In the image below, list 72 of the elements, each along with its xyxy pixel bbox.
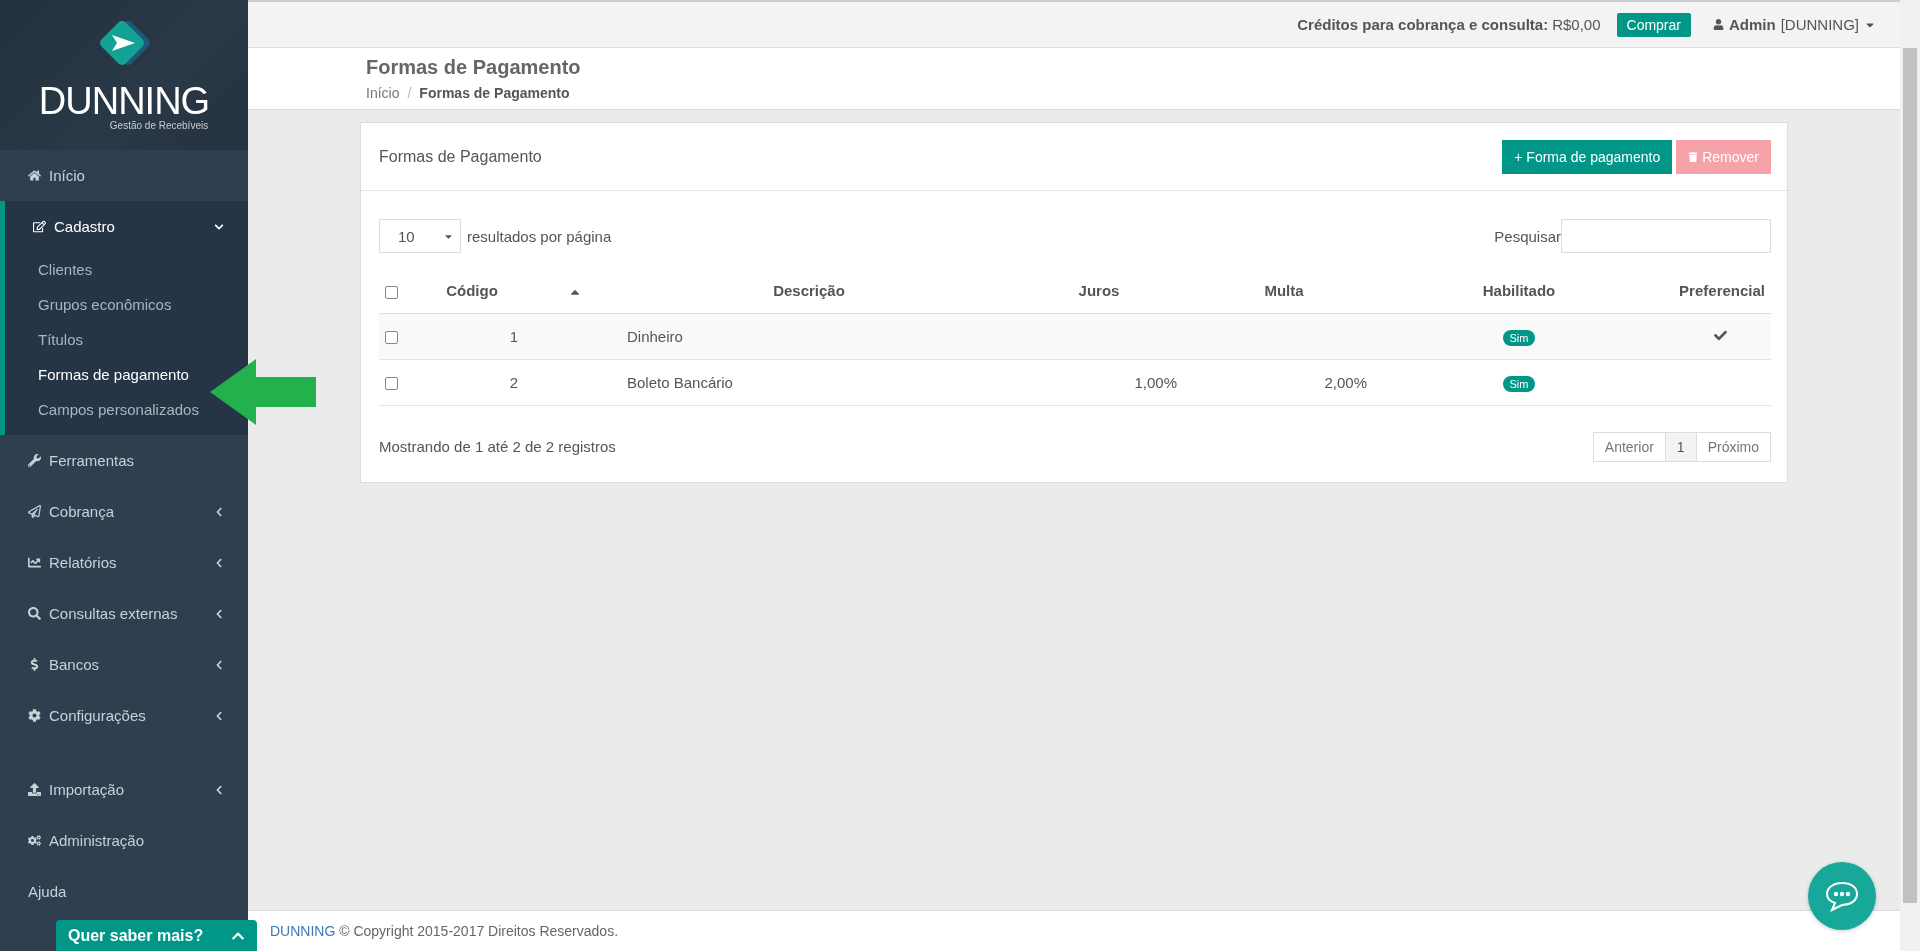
menu-item[interactable]: Ajuda: [0, 866, 248, 917]
menu-item[interactable]: Configurações: [0, 690, 248, 741]
upload-icon: [28, 783, 41, 796]
status-badge: Sim: [1502, 329, 1536, 346]
gears-icon: [28, 834, 41, 847]
submenu-item[interactable]: Grupos econômicos: [38, 287, 172, 322]
menu-item[interactable]: Importação: [0, 764, 248, 815]
menu-item[interactable]: Administração: [0, 815, 248, 866]
add-button[interactable]: + Forma de pagamento: [1502, 139, 1673, 174]
menu-item[interactable]: Início: [0, 150, 248, 201]
checkbox[interactable]: [385, 331, 398, 345]
menu-item[interactable]: Cobrança: [0, 486, 248, 537]
breadcrumb-item: Formas de Pagamento: [419, 85, 570, 101]
speech-bubble-icon: [1824, 880, 1860, 912]
menu-item[interactable]: Bancos: [0, 639, 248, 690]
line-chart-icon: [28, 556, 41, 569]
logo-tagline: Gestão de Recebíveis: [109, 119, 209, 131]
breadcrumb-item[interactable]: Início: [366, 85, 400, 101]
submenu-item[interactable]: Campos personalizados: [38, 392, 199, 427]
column-header[interactable]: Código: [446, 282, 498, 300]
user-icon: [1713, 19, 1724, 30]
table-cell: 1,00%: [1134, 373, 1177, 391]
column-header[interactable]: Multa: [1264, 282, 1304, 300]
search-label: Pesquisar: [1494, 227, 1561, 245]
submenu-item[interactable]: Formas de pagamento: [38, 357, 189, 392]
wrench-icon: [28, 454, 41, 467]
page-number[interactable]: 1: [1664, 431, 1697, 462]
menu-item[interactable]: Relatórios: [0, 537, 248, 588]
home-icon: [28, 169, 41, 182]
menu-item[interactable]: Cadastro: [5, 201, 248, 252]
pagination-button[interactable]: Anterior: [1592, 431, 1666, 462]
page-size-label: resultados por página: [467, 227, 612, 245]
status-badge: Sim: [1502, 375, 1536, 392]
breadcrumb-separator: /: [407, 85, 412, 101]
search-icon: [28, 607, 41, 620]
footer-link[interactable]: DUNNING: [270, 923, 336, 939]
trash-icon: [1688, 151, 1699, 162]
dollar-icon: [28, 658, 41, 671]
column-header[interactable]: Habilitado: [1482, 282, 1556, 300]
scrollbar[interactable]: [1900, 0, 1920, 951]
user-menu[interactable]: Admin [DUNNING]: [1713, 16, 1876, 33]
edit-icon: [33, 220, 46, 233]
buy-button[interactable]: Comprar: [1616, 12, 1691, 37]
arrow-icon: [210, 359, 316, 425]
menu-item[interactable]: Consultas externas: [0, 588, 248, 639]
credits-value: R$0,00: [1552, 16, 1601, 33]
table-cell: 2: [509, 373, 519, 391]
chat-widget-tab[interactable]: Quer saber mais?: [56, 920, 257, 951]
table-cell: 2,00%: [1324, 373, 1367, 391]
pagination-button[interactable]: Próximo: [1695, 431, 1771, 462]
table-info: Mostrando de 1 até 2 de 2 registros: [379, 438, 616, 455]
copyright-text: DUNNING © Copyright 2015-2017 Direitos Reservados.: [270, 923, 619, 939]
table-cell: Dinheiro: [627, 327, 683, 345]
panel-title: Formas de Pagamento: [379, 147, 543, 166]
chat-button[interactable]: [1808, 862, 1876, 930]
table-cell: 1: [509, 327, 519, 345]
submenu-item[interactable]: Títulos: [38, 322, 83, 357]
credits-label: Créditos para cobrança e consulta:: [1297, 16, 1549, 33]
menu-item[interactable]: Ferramentas: [0, 435, 248, 486]
table-cell: Boleto Bancário: [627, 373, 733, 391]
paper-plane-icon: [28, 505, 41, 518]
page-size-select[interactable]: 10: [379, 219, 461, 253]
logo-text: DUNNING: [38, 81, 210, 120]
column-header[interactable]: Preferencial: [1679, 282, 1765, 300]
checkbox[interactable]: [385, 377, 398, 391]
checkbox[interactable]: [385, 285, 398, 299]
column-header[interactable]: Descrição: [773, 282, 845, 300]
column-header[interactable]: Juros: [1078, 282, 1120, 300]
submenu-item[interactable]: Clientes: [38, 252, 93, 287]
page-title: Formas de Pagamento: [365, 55, 582, 79]
search-field[interactable]: [1561, 219, 1771, 253]
gear-icon: [28, 709, 41, 722]
